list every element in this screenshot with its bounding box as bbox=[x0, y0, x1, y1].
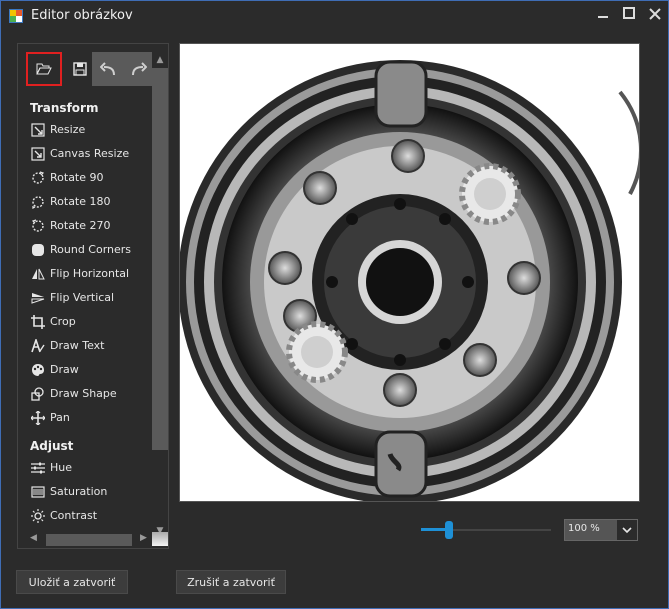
tool-canvas-resize[interactable]: Canvas Resize bbox=[26, 142, 156, 166]
tool-saturation[interactable]: Saturation bbox=[26, 480, 156, 504]
wheel-rim-image bbox=[180, 44, 639, 501]
section-adjust: Adjust bbox=[30, 439, 74, 453]
scroll-left-arrow-icon[interactable]: ◀ bbox=[30, 533, 37, 543]
tools-sidebar: Transform Resize Canvas Resize Rotate 90… bbox=[17, 43, 169, 549]
tool-saturation-label: Saturation bbox=[50, 485, 108, 498]
tool-draw[interactable]: Draw bbox=[26, 358, 156, 382]
rotate-180-icon bbox=[30, 194, 46, 210]
sidebar-vertical-scrollbar[interactable]: ▲ ▼ bbox=[152, 52, 168, 542]
window-title: Editor obrázkov bbox=[31, 8, 133, 23]
maximize-button[interactable] bbox=[617, 5, 641, 25]
chevron-down-icon bbox=[622, 527, 632, 534]
tool-draw-label: Draw bbox=[50, 363, 79, 376]
cancel-and-close-button[interactable]: Zrušiť a zatvoriť bbox=[176, 570, 286, 594]
tool-hue[interactable]: Hue bbox=[26, 456, 156, 480]
undo-arrow-icon bbox=[100, 62, 115, 76]
section-transform: Transform bbox=[30, 101, 99, 115]
pan-icon bbox=[30, 410, 46, 426]
tool-pan-label: Pan bbox=[50, 411, 70, 424]
tool-round-corners-label: Round Corners bbox=[50, 243, 132, 256]
tool-crop-label: Crop bbox=[50, 315, 76, 328]
redo-button[interactable] bbox=[124, 52, 154, 86]
saturation-icon bbox=[30, 484, 46, 500]
image-canvas[interactable] bbox=[179, 43, 640, 502]
draw-text-icon bbox=[30, 338, 46, 354]
tool-draw-text[interactable]: Draw Text bbox=[26, 334, 156, 358]
zoom-slider-thumb[interactable] bbox=[445, 521, 453, 539]
tool-pan[interactable]: Pan bbox=[26, 406, 156, 430]
rotate-90-icon bbox=[30, 170, 46, 186]
palette-icon bbox=[30, 362, 46, 378]
title-bar[interactable]: Editor obrázkov bbox=[1, 1, 668, 31]
close-button[interactable] bbox=[643, 5, 667, 25]
folder-open-icon bbox=[36, 63, 52, 75]
vertical-scroll-thumb[interactable] bbox=[152, 68, 168, 450]
tools-menu: Transform Resize Canvas Resize Rotate 90… bbox=[26, 98, 156, 528]
tool-canvas-resize-label: Canvas Resize bbox=[50, 147, 130, 160]
zoom-dropdown-button[interactable] bbox=[617, 520, 637, 540]
zoom-select[interactable]: 100 % bbox=[564, 519, 638, 541]
minimize-button[interactable] bbox=[591, 5, 615, 25]
app-icon bbox=[9, 9, 23, 23]
toolbar bbox=[26, 52, 166, 86]
zoom-controls: 100 % bbox=[421, 519, 641, 543]
canvas-resize-icon bbox=[30, 146, 46, 162]
flip-horizontal-icon bbox=[30, 266, 46, 282]
tool-flip-vertical[interactable]: Flip Vertical bbox=[26, 286, 156, 310]
image-editor-window: Editor obrázkov Transform Resize Canvas … bbox=[0, 0, 669, 609]
tool-draw-text-label: Draw Text bbox=[50, 339, 105, 352]
tool-contrast-label: Contrast bbox=[50, 509, 98, 522]
redo-arrow-icon bbox=[132, 62, 147, 76]
tool-rotate-90[interactable]: Rotate 90 bbox=[26, 166, 156, 190]
zoom-value: 100 % bbox=[568, 523, 600, 534]
scrollbar-corner bbox=[152, 532, 168, 546]
tool-rotate-180[interactable]: Rotate 180 bbox=[26, 190, 156, 214]
maximize-icon bbox=[623, 7, 635, 19]
tool-resize-label: Resize bbox=[50, 123, 86, 136]
tool-crop[interactable]: Crop bbox=[26, 310, 156, 334]
tool-flip-horizontal-label: Flip Horizontal bbox=[50, 267, 130, 280]
sidebar-horizontal-scrollbar[interactable]: ◀ ▶ bbox=[26, 532, 152, 546]
contrast-sun-icon bbox=[30, 508, 46, 524]
close-icon bbox=[649, 8, 661, 20]
resize-icon bbox=[30, 122, 46, 138]
tool-resize[interactable]: Resize bbox=[26, 118, 156, 142]
floppy-disk-icon bbox=[73, 62, 87, 76]
tool-hue-label: Hue bbox=[50, 461, 73, 474]
tool-rotate-270-label: Rotate 270 bbox=[50, 219, 111, 232]
scroll-up-arrow-icon[interactable]: ▲ bbox=[155, 55, 165, 65]
tool-flip-vertical-label: Flip Vertical bbox=[50, 291, 115, 304]
save-and-close-button[interactable]: Uložiť a zatvoriť bbox=[16, 570, 128, 594]
tool-rotate-90-label: Rotate 90 bbox=[50, 171, 104, 184]
scroll-right-arrow-icon[interactable]: ▶ bbox=[140, 533, 147, 543]
tool-draw-shape[interactable]: Draw Shape bbox=[26, 382, 156, 406]
open-button[interactable] bbox=[26, 52, 62, 86]
tool-rotate-180-label: Rotate 180 bbox=[50, 195, 111, 208]
draw-shape-icon bbox=[30, 386, 46, 402]
rotate-270-icon bbox=[30, 218, 46, 234]
tool-rotate-270[interactable]: Rotate 270 bbox=[26, 214, 156, 238]
tool-contrast[interactable]: Contrast bbox=[26, 504, 156, 528]
tool-draw-shape-label: Draw Shape bbox=[50, 387, 117, 400]
round-corners-icon bbox=[30, 242, 46, 258]
undo-button[interactable] bbox=[92, 52, 124, 86]
tool-round-corners[interactable]: Round Corners bbox=[26, 238, 156, 262]
tool-flip-horizontal[interactable]: Flip Horizontal bbox=[26, 262, 156, 286]
hue-sliders-icon bbox=[30, 460, 46, 476]
flip-vertical-icon bbox=[30, 290, 46, 306]
horizontal-scroll-thumb[interactable] bbox=[46, 534, 132, 546]
crop-icon bbox=[30, 314, 46, 330]
minimize-icon bbox=[598, 16, 608, 18]
